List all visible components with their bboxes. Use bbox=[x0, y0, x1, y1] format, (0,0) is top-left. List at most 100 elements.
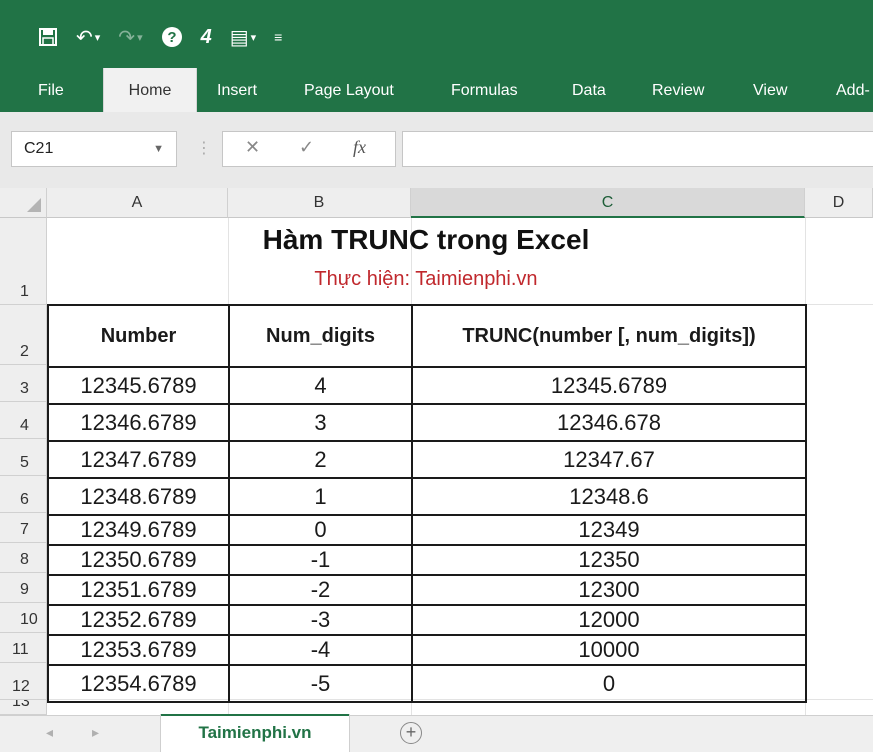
tab-view[interactable]: View bbox=[753, 70, 787, 112]
row-header-13[interactable]: 13 bbox=[0, 700, 47, 715]
formula-input[interactable] bbox=[402, 131, 873, 167]
name-box-value: C21 bbox=[24, 140, 54, 157]
column-header-b[interactable]: B bbox=[228, 188, 411, 218]
result-cell[interactable]: 12346.678 bbox=[411, 403, 807, 442]
row-header-2[interactable]: 2 bbox=[0, 305, 47, 365]
row-header-1[interactable]: 1 bbox=[0, 218, 47, 305]
num-digits-cell[interactable]: -3 bbox=[228, 604, 413, 636]
tab-formulas[interactable]: Formulas bbox=[451, 70, 518, 112]
number-cell[interactable]: 12354.6789 bbox=[47, 664, 230, 703]
header-cell-num-digits[interactable]: Num_digits bbox=[228, 304, 413, 368]
result-cell[interactable]: 12349 bbox=[411, 514, 807, 546]
table-row: 12353.6789 -4 10000 bbox=[47, 634, 807, 666]
sheet-tabs-bar: ◂ ▸ Taimienphi.vn + bbox=[0, 714, 873, 752]
tab-home[interactable]: Home bbox=[103, 68, 197, 112]
sheet-title[interactable]: Hàm TRUNC trong Excel bbox=[47, 224, 805, 256]
cancel-icon[interactable]: ✕ bbox=[245, 137, 260, 158]
table-row: 12349.6789 0 12349 bbox=[47, 514, 807, 546]
num-digits-cell[interactable]: 3 bbox=[228, 403, 413, 442]
tab-review[interactable]: Review bbox=[652, 70, 704, 112]
number-cell[interactable]: 12352.6789 bbox=[47, 604, 230, 636]
help-icon[interactable]: ? bbox=[161, 26, 183, 48]
tab-insert[interactable]: Insert bbox=[217, 70, 257, 112]
redo-icon[interactable]: ↷ ▾ bbox=[118, 25, 142, 50]
tab-file[interactable]: File bbox=[38, 70, 64, 112]
column-header-d[interactable]: D bbox=[805, 188, 873, 218]
table-row: 12354.6789 -5 0 bbox=[47, 664, 807, 703]
table-row: 12346.6789 3 12346.678 bbox=[47, 403, 807, 442]
undo-icon[interactable]: ↶ ▾ bbox=[76, 25, 100, 50]
header-cell-number[interactable]: Number bbox=[47, 304, 230, 368]
svg-text:?: ? bbox=[167, 29, 176, 46]
result-cell[interactable]: 12000 bbox=[411, 604, 807, 636]
num-digits-cell[interactable]: -2 bbox=[228, 574, 413, 606]
formula-bar: C21 ▼ ⋮ ✕ ✓ fx bbox=[0, 112, 873, 188]
trunc-table: Number Num_digits TRUNC(number [, num_di… bbox=[47, 304, 807, 703]
table-row: 12351.6789 -2 12300 bbox=[47, 574, 807, 606]
formula-bar-separator: ⋮ bbox=[196, 140, 212, 157]
num-digits-cell[interactable]: 0 bbox=[228, 514, 413, 546]
number-cell[interactable]: 12349.6789 bbox=[47, 514, 230, 546]
next-sheet-icon[interactable]: ▸ bbox=[92, 724, 99, 741]
formula-buttons: ✕ ✓ fx bbox=[222, 131, 396, 167]
title-bar: ↶ ▾ ↷ ▾ ? 4 ▤ ▾ ≡ bbox=[0, 0, 873, 70]
form-icon[interactable]: ▤ ▾ bbox=[230, 25, 256, 50]
row-header-9[interactable]: 9 bbox=[0, 573, 47, 603]
table-row: 12350.6789 -1 12350 bbox=[47, 544, 807, 576]
number-cell[interactable]: 12350.6789 bbox=[47, 544, 230, 576]
row-header-12[interactable]: 12 bbox=[0, 663, 47, 700]
result-cell[interactable]: 12347.67 bbox=[411, 440, 807, 479]
num-digits-cell[interactable]: 4 bbox=[228, 366, 413, 405]
number-cell[interactable]: 12346.6789 bbox=[47, 403, 230, 442]
prev-sheet-icon[interactable]: ◂ bbox=[46, 724, 53, 741]
name-box[interactable]: C21 ▼ bbox=[11, 131, 177, 167]
row-header-8[interactable]: 8 bbox=[0, 543, 47, 573]
sheet-tab-active[interactable]: Taimienphi.vn bbox=[160, 714, 350, 752]
num-digits-cell[interactable]: -1 bbox=[228, 544, 413, 576]
result-cell[interactable]: 10000 bbox=[411, 634, 807, 666]
row-header-4[interactable]: 4 bbox=[0, 402, 47, 439]
row-header-6[interactable]: 6 bbox=[0, 476, 47, 513]
table-row: 12345.6789 4 12345.6789 bbox=[47, 366, 807, 405]
number-cell[interactable]: 12347.6789 bbox=[47, 440, 230, 479]
row-header-10[interactable]: 10 bbox=[0, 603, 47, 633]
row-header-3[interactable]: 3 bbox=[0, 365, 47, 402]
result-cell[interactable]: 0 bbox=[411, 664, 807, 703]
save-icon[interactable] bbox=[38, 27, 58, 47]
number-cell[interactable]: 12351.6789 bbox=[47, 574, 230, 606]
add-sheet-icon[interactable]: + bbox=[400, 722, 422, 744]
result-cell[interactable]: 12348.6 bbox=[411, 477, 807, 516]
tab-addins[interactable]: Add- bbox=[836, 70, 870, 112]
table-header-row: Number Num_digits TRUNC(number [, num_di… bbox=[47, 304, 807, 368]
number-cell[interactable]: 12353.6789 bbox=[47, 634, 230, 666]
num-digits-cell[interactable]: -5 bbox=[228, 664, 413, 703]
table-row: 12347.6789 2 12347.67 bbox=[47, 440, 807, 479]
name-box-dropdown-icon[interactable]: ▼ bbox=[153, 132, 164, 166]
row-header-5[interactable]: 5 bbox=[0, 439, 47, 476]
quick-access-toolbar: ↶ ▾ ↷ ▾ ? 4 ▤ ▾ ≡ bbox=[38, 22, 282, 52]
header-cell-trunc[interactable]: TRUNC(number [, num_digits]) bbox=[411, 304, 807, 368]
select-all-corner[interactable] bbox=[0, 188, 47, 218]
row-header-11[interactable]: 11 bbox=[0, 633, 47, 663]
column-header-c[interactable]: C bbox=[411, 188, 805, 218]
result-cell[interactable]: 12300 bbox=[411, 574, 807, 606]
column-header-a[interactable]: A bbox=[47, 188, 228, 218]
insert-function-icon[interactable]: fx bbox=[353, 137, 366, 158]
num-digits-cell[interactable]: -4 bbox=[228, 634, 413, 666]
touch-mode-icon[interactable]: 4 bbox=[201, 26, 212, 49]
num-digits-cell[interactable]: 1 bbox=[228, 477, 413, 516]
tab-data[interactable]: Data bbox=[572, 70, 606, 112]
ribbon-tabs: File Home Insert Page Layout Formulas Da… bbox=[0, 68, 873, 112]
table-row: 12352.6789 -3 12000 bbox=[47, 604, 807, 636]
result-cell[interactable]: 12350 bbox=[411, 544, 807, 576]
result-cell[interactable]: 12345.6789 bbox=[411, 366, 807, 405]
tab-page-layout[interactable]: Page Layout bbox=[304, 70, 394, 112]
number-cell[interactable]: 12348.6789 bbox=[47, 477, 230, 516]
customize-qat-icon[interactable]: ≡ bbox=[274, 29, 282, 45]
row-header-7[interactable]: 7 bbox=[0, 513, 47, 543]
sheet-subtitle[interactable]: Thực hiện: Taimienphi.vn bbox=[47, 268, 805, 291]
enter-icon[interactable]: ✓ bbox=[299, 137, 314, 158]
table-row: 12348.6789 1 12348.6 bbox=[47, 477, 807, 516]
number-cell[interactable]: 12345.6789 bbox=[47, 366, 230, 405]
num-digits-cell[interactable]: 2 bbox=[228, 440, 413, 479]
